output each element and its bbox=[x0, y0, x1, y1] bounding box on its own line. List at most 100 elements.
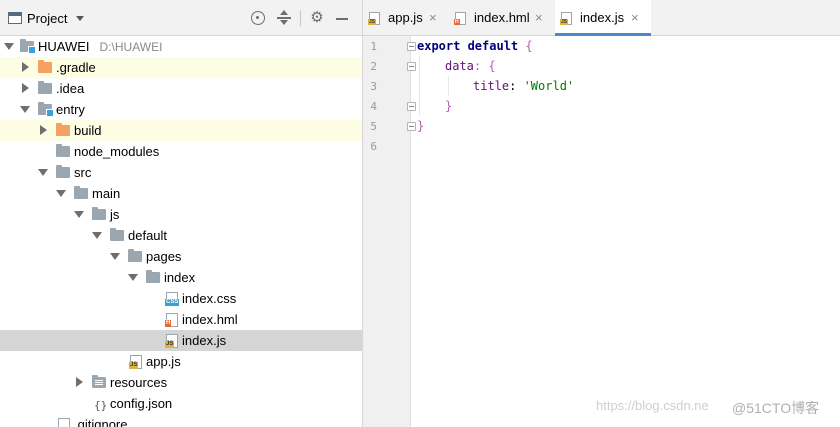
tree-row-node-modules[interactable]: node_modules bbox=[0, 141, 362, 162]
html-file-icon: H bbox=[454, 12, 466, 25]
html-badge: H bbox=[454, 19, 460, 25]
tree-label: config.json bbox=[110, 396, 173, 411]
tree-label: index bbox=[164, 270, 196, 285]
folder-icon bbox=[38, 60, 52, 73]
tree-row-idea[interactable]: .idea bbox=[0, 78, 362, 99]
code-line-5: } bbox=[417, 116, 424, 136]
project-icon bbox=[8, 12, 22, 24]
expand-arrow-icon[interactable] bbox=[74, 211, 84, 218]
close-icon[interactable]: × bbox=[535, 0, 543, 36]
text-file-icon bbox=[58, 418, 70, 427]
tree-row-pages[interactable]: pages bbox=[0, 246, 362, 267]
code-property: title bbox=[473, 79, 510, 93]
code-punct: } bbox=[417, 119, 425, 133]
folder-icon bbox=[92, 207, 106, 220]
code-line-4: } bbox=[445, 96, 452, 116]
project-panel-header: Project ⚙ bbox=[0, 0, 362, 36]
tab-index-hml[interactable]: H index.hml × bbox=[449, 0, 555, 35]
tree-row-index-js[interactable]: JS index.js bbox=[0, 330, 362, 351]
expand-arrow-icon[interactable] bbox=[22, 83, 29, 93]
line-number: 1 bbox=[370, 40, 377, 53]
tree-label: default bbox=[128, 228, 168, 243]
tree-row-config-json[interactable]: {} config.json bbox=[0, 393, 362, 414]
code-line-2: data: { bbox=[445, 56, 496, 76]
code-property: data bbox=[445, 59, 474, 73]
tree-label: pages bbox=[146, 249, 182, 264]
close-icon[interactable]: × bbox=[429, 0, 437, 36]
tree-row-huawei[interactable]: HUAWEI D:\HUAWEI bbox=[0, 36, 362, 57]
expand-arrow-icon[interactable] bbox=[76, 377, 83, 387]
folder-icon bbox=[56, 144, 70, 157]
expand-arrow-icon[interactable] bbox=[128, 274, 138, 281]
tree-row-main[interactable]: main bbox=[0, 183, 362, 204]
tree-label: node_modules bbox=[74, 144, 160, 159]
tree-row-app-js[interactable]: JS app.js bbox=[0, 351, 362, 372]
project-tree: HUAWEI D:\HUAWEI .gradle .idea entry bui… bbox=[0, 36, 362, 427]
tree-row-gradle[interactable]: .gradle bbox=[0, 57, 362, 78]
js-file-icon: JS bbox=[368, 12, 380, 25]
tree-label: HUAWEI bbox=[38, 39, 90, 54]
expand-arrow-icon[interactable] bbox=[92, 232, 102, 239]
expand-arrow-icon[interactable] bbox=[4, 43, 14, 50]
expand-arrow-icon[interactable] bbox=[38, 169, 48, 176]
tree-row-gitignore[interactable]: .gitignore bbox=[0, 414, 362, 427]
tab-app-js[interactable]: JS app.js × bbox=[363, 0, 449, 35]
collapse-all-icon[interactable] bbox=[276, 10, 292, 26]
tree-row-build[interactable]: build bbox=[0, 120, 362, 141]
tree-row-default[interactable]: default bbox=[0, 225, 362, 246]
html-badge: H bbox=[165, 320, 172, 327]
indent-guide bbox=[448, 76, 449, 96]
locate-target-icon[interactable] bbox=[250, 10, 266, 26]
tree-row-entry[interactable]: entry bbox=[0, 99, 362, 120]
code-punct: { bbox=[518, 39, 533, 53]
line-number: 4 bbox=[370, 100, 377, 113]
tab-label: index.hml bbox=[474, 10, 530, 25]
folder-icon bbox=[146, 270, 160, 283]
expand-arrow-icon[interactable] bbox=[20, 106, 30, 113]
code-punct: : bbox=[509, 79, 524, 93]
tree-row-resources[interactable]: resources bbox=[0, 372, 362, 393]
line-number: 3 bbox=[370, 80, 377, 93]
tab-index-js[interactable]: JS index.js × bbox=[555, 0, 651, 36]
folder-icon bbox=[38, 81, 52, 94]
code-editor[interactable]: export default { data: { title: 'World' … bbox=[417, 36, 837, 427]
expand-arrow-icon[interactable] bbox=[56, 190, 66, 197]
expand-arrow-icon[interactable] bbox=[110, 253, 120, 260]
module-folder-icon bbox=[38, 102, 54, 117]
line-number: 2 bbox=[370, 60, 377, 73]
fold-marker-icon[interactable] bbox=[407, 62, 416, 71]
tree-label: build bbox=[74, 123, 102, 138]
tab-label: app.js bbox=[388, 10, 423, 25]
tree-row-index-hml[interactable]: H index.hml bbox=[0, 309, 362, 330]
close-icon[interactable]: × bbox=[631, 0, 639, 36]
code-punct: : { bbox=[473, 59, 496, 73]
project-path: D:\HUAWEI bbox=[99, 40, 163, 54]
tree-row-index-css[interactable]: CSS index.css bbox=[0, 288, 362, 309]
line-number: 6 bbox=[370, 140, 377, 153]
project-panel-title[interactable]: Project bbox=[27, 11, 67, 26]
ide-window: Project ⚙ HUAWEI D:\HUAWEI .gradle .idea… bbox=[0, 0, 840, 427]
fold-marker-icon[interactable] bbox=[407, 102, 416, 111]
json-file-icon: {} bbox=[94, 397, 107, 412]
css-file-icon: CSS bbox=[165, 292, 180, 306]
tree-row-js[interactable]: js bbox=[0, 204, 362, 225]
expand-arrow-icon[interactable] bbox=[22, 62, 29, 72]
fold-marker-icon[interactable] bbox=[407, 122, 416, 131]
fold-marker-icon[interactable] bbox=[407, 42, 416, 51]
project-panel: Project ⚙ HUAWEI D:\HUAWEI .gradle .idea… bbox=[0, 0, 363, 427]
line-number: 5 bbox=[370, 120, 377, 133]
folder-icon bbox=[56, 165, 70, 178]
js-badge: JS bbox=[560, 19, 569, 25]
tree-row-src[interactable]: src bbox=[0, 162, 362, 183]
gear-icon[interactable]: ⚙ bbox=[309, 10, 325, 26]
minimize-icon[interactable] bbox=[335, 10, 351, 26]
tree-row-index-folder[interactable]: index bbox=[0, 267, 362, 288]
expand-arrow-icon[interactable] bbox=[40, 125, 47, 135]
js-badge: JS bbox=[129, 362, 139, 369]
html-file-icon: H bbox=[165, 313, 178, 327]
tree-label: index.css bbox=[182, 291, 237, 306]
js-badge: JS bbox=[368, 19, 377, 25]
chevron-down-icon[interactable] bbox=[76, 16, 84, 21]
resources-folder-icon bbox=[92, 375, 106, 388]
tree-label: entry bbox=[56, 102, 85, 117]
